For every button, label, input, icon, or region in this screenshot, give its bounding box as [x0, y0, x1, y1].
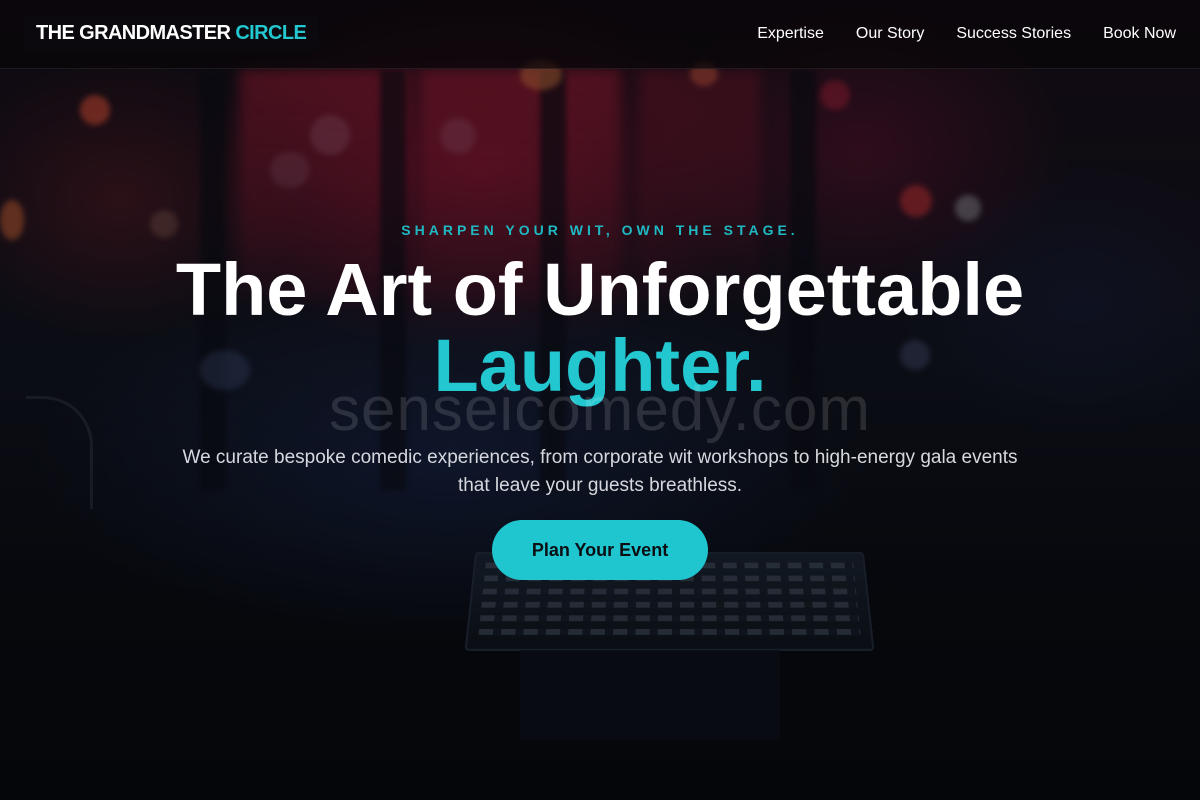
hero-subtitle: We curate bespoke comedic experiences, f…: [182, 447, 1018, 496]
watermark-text: senseicomedy.com: [328, 375, 872, 444]
hero-title-line1: The Art of Unforgettable: [175, 248, 1025, 331]
plan-your-event-button[interactable]: Plan Your Event: [492, 520, 708, 580]
hero-section: SHARPEN YOUR WIT, OWN THE STAGE. The Art…: [0, 0, 1200, 800]
hero-eyebrow: SHARPEN YOUR WIT, OWN THE STAGE.: [401, 222, 799, 238]
